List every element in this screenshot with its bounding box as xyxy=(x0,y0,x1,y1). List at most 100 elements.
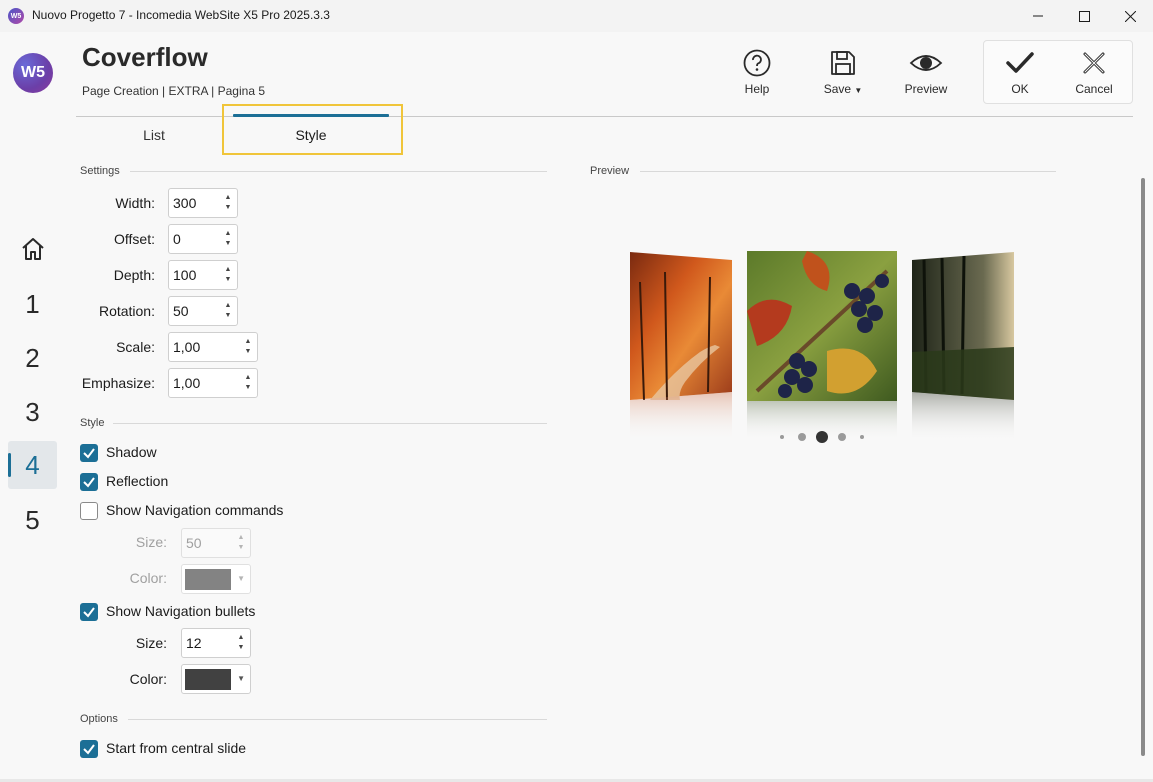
nav-bullets-checkbox[interactable] xyxy=(80,603,98,621)
checkmark-icon xyxy=(83,744,95,755)
slide-misty-forest[interactable] xyxy=(912,252,1014,442)
offset-label: Offset: xyxy=(114,231,155,247)
spin-arrows-icon[interactable]: ▲ ▼ xyxy=(223,301,233,321)
tab-highlight-frame xyxy=(222,104,403,155)
offset-stepper[interactable]: 0 ▲ ▼ xyxy=(168,224,238,254)
nav-color-picker[interactable]: ▼ xyxy=(181,564,251,594)
style-section-label: Style xyxy=(80,417,105,429)
emphasize-stepper[interactable]: 1,00 ▲ ▼ xyxy=(168,368,258,398)
settings-section-label: Settings xyxy=(80,165,120,177)
nav-size-stepper[interactable]: 50 ▲ ▼ xyxy=(181,528,251,558)
save-label: Save xyxy=(823,82,852,96)
checkmark-icon xyxy=(83,477,95,488)
chevron-down-icon: ▼ xyxy=(237,574,245,583)
nav-bullet-4[interactable] xyxy=(838,433,846,441)
rotation-label: Rotation: xyxy=(98,303,155,319)
settings-divider xyxy=(130,171,547,172)
shadow-checkbox[interactable] xyxy=(80,444,98,462)
offset-value: 0 xyxy=(173,231,181,247)
cancel-icon xyxy=(1083,52,1105,74)
nav-commands-checkbox[interactable] xyxy=(80,502,98,520)
bullets-size-stepper[interactable]: 12 ▲ ▼ xyxy=(181,628,251,658)
nav-bullets-label[interactable]: Show Navigation bullets xyxy=(106,603,255,619)
checkmark-icon xyxy=(83,607,95,618)
reflection-label[interactable]: Reflection xyxy=(106,473,168,489)
depth-label: Depth: xyxy=(113,267,155,283)
checkmark-icon xyxy=(83,448,95,459)
nav-step-1[interactable]: 1 xyxy=(8,280,57,328)
nav-step-4[interactable]: 4 xyxy=(8,441,57,489)
spin-arrows-icon[interactable]: ▲ ▼ xyxy=(243,337,253,357)
scale-label: Scale: xyxy=(116,339,155,355)
emphasize-value: 1,00 xyxy=(173,375,201,391)
rotation-stepper[interactable]: 50 ▲ ▼ xyxy=(168,296,238,326)
nav-bullet-1[interactable] xyxy=(780,435,784,439)
preview-button[interactable]: Preview xyxy=(896,46,956,96)
help-icon xyxy=(743,49,771,77)
close-window-button[interactable] xyxy=(1107,0,1153,32)
help-label: Help xyxy=(744,82,770,96)
chevron-down-icon: ▼ xyxy=(237,674,245,683)
shadow-label[interactable]: Shadow xyxy=(106,444,157,460)
spin-arrows-icon[interactable]: ▲ ▼ xyxy=(243,373,253,393)
checkmark-icon xyxy=(1006,52,1034,73)
bullets-size-label: Size: xyxy=(135,635,167,651)
scale-stepper[interactable]: 1,00 ▲ ▼ xyxy=(168,332,258,362)
eye-icon xyxy=(909,55,943,71)
width-stepper[interactable]: 300 ▲ ▼ xyxy=(168,188,238,218)
save-button[interactable]: Save ▼ xyxy=(813,46,873,96)
central-slide-checkbox[interactable] xyxy=(80,740,98,758)
bullets-color-swatch xyxy=(185,669,231,690)
nav-color-swatch xyxy=(185,569,231,590)
slide-autumn-forest-path[interactable] xyxy=(630,252,732,442)
reflection-checkbox[interactable] xyxy=(80,473,98,491)
maximize-button[interactable] xyxy=(1061,0,1107,32)
rotation-value: 50 xyxy=(173,303,189,319)
close-icon xyxy=(1124,10,1136,22)
home-nav-button[interactable] xyxy=(8,225,57,273)
nav-commands-label[interactable]: Show Navigation commands xyxy=(106,502,283,518)
nav-bullet-3[interactable] xyxy=(816,431,828,443)
slide-grapes-vine[interactable] xyxy=(747,251,897,441)
spin-arrows-icon[interactable]: ▲ ▼ xyxy=(236,533,246,553)
save-icon xyxy=(831,51,855,75)
preview-section-label: Preview xyxy=(590,165,630,177)
bullets-color-picker[interactable]: ▼ xyxy=(181,664,251,694)
cancel-button[interactable]: Cancel xyxy=(1064,46,1124,96)
maximize-icon xyxy=(1078,10,1090,22)
emphasize-label: Emphasize: xyxy=(81,375,155,391)
app-icon: W5 xyxy=(8,8,24,24)
nav-step-5[interactable]: 5 xyxy=(8,496,57,544)
app-logo[interactable]: W5 xyxy=(13,53,53,93)
minimize-button[interactable] xyxy=(1015,0,1061,32)
options-divider xyxy=(128,719,547,720)
depth-value: 100 xyxy=(173,267,197,283)
nav-size-label: Size: xyxy=(135,534,167,550)
vertical-scrollbar[interactable] xyxy=(1141,178,1145,756)
nav-step-2[interactable]: 2 xyxy=(8,334,57,382)
help-button[interactable]: Help xyxy=(727,46,787,96)
chevron-down-icon: ▼ xyxy=(854,86,863,95)
nav-color-label: Color: xyxy=(129,570,167,586)
central-slide-label[interactable]: Start from central slide xyxy=(106,740,246,756)
breadcrumb: Page Creation | EXTRA | Pagina 5 xyxy=(82,84,266,98)
page-title: Coverflow xyxy=(82,42,208,72)
tab-list[interactable]: List xyxy=(84,118,224,152)
spin-arrows-icon[interactable]: ▲ ▼ xyxy=(223,265,233,285)
title-bar: W5 Nuovo Progetto 7 - Incomedia WebSite … xyxy=(0,0,1153,32)
depth-stepper[interactable]: 100 ▲ ▼ xyxy=(168,260,238,290)
spin-arrows-icon[interactable]: ▲ ▼ xyxy=(223,229,233,249)
width-value: 300 xyxy=(173,195,197,211)
nav-bullet-5[interactable] xyxy=(860,435,864,439)
cancel-label: Cancel xyxy=(1075,82,1113,96)
nav-size-value: 50 xyxy=(186,535,202,551)
nav-step-3[interactable]: 3 xyxy=(8,388,57,436)
spin-arrows-icon[interactable]: ▲ ▼ xyxy=(223,193,233,213)
preview-label: Preview xyxy=(904,82,948,96)
nav-bullet-2[interactable] xyxy=(798,433,806,441)
spin-arrows-icon[interactable]: ▲ ▼ xyxy=(236,633,246,653)
minimize-icon xyxy=(1033,15,1043,17)
width-label: Width: xyxy=(115,195,155,211)
home-icon xyxy=(21,238,44,260)
ok-button[interactable]: OK xyxy=(990,46,1050,96)
